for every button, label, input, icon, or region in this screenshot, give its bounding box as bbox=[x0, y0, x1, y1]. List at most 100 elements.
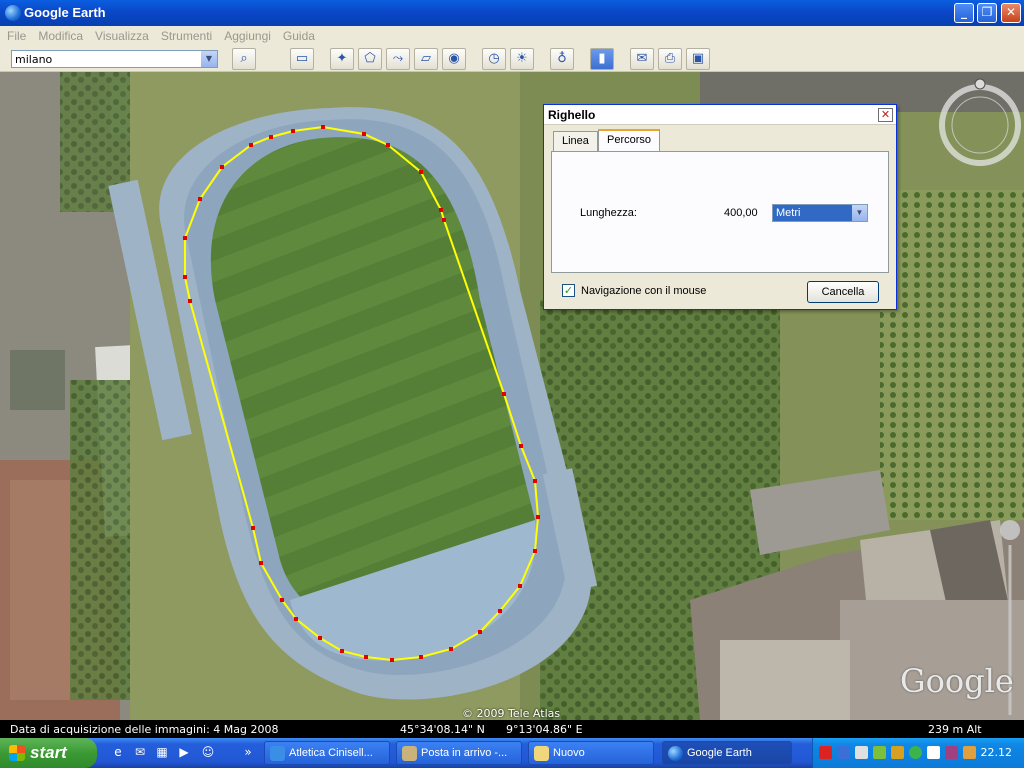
system-tray: 22.12 bbox=[812, 738, 1024, 768]
tab-percorso[interactable]: Percorso bbox=[598, 129, 661, 151]
messenger-icon[interactable]: ☺ bbox=[200, 744, 216, 760]
menu-modifica[interactable]: Modifica bbox=[31, 26, 88, 43]
desktop-icon[interactable]: ▦ bbox=[154, 744, 170, 760]
menu-guida[interactable]: Guida bbox=[276, 26, 320, 43]
menu-file[interactable]: File bbox=[0, 26, 31, 43]
sidebar-icon: ▭ bbox=[295, 51, 309, 66]
altitude: 239 m Alt bbox=[928, 723, 982, 736]
copyright-text: © 2009 Tele Atlas bbox=[462, 707, 561, 720]
record-tour-button[interactable]: ◉ bbox=[442, 48, 466, 70]
star-icon[interactable] bbox=[837, 746, 850, 759]
sun-icon: ☀ bbox=[516, 51, 528, 66]
volume-icon[interactable] bbox=[927, 746, 940, 759]
close-button[interactable]: ✕ bbox=[1001, 3, 1021, 23]
task-google-earth[interactable]: Google Earth bbox=[662, 741, 792, 765]
menu-aggiungi[interactable]: Aggiungi bbox=[217, 26, 276, 43]
checkmark-icon: ✓ bbox=[563, 284, 574, 297]
polygon-icon: ⬠ bbox=[364, 51, 376, 66]
path-icon: ⤳ bbox=[392, 51, 404, 66]
cancel-button[interactable]: Cancella bbox=[807, 281, 879, 303]
menu-strumenti[interactable]: Strumenti bbox=[154, 26, 217, 43]
overlay-icon: ▱ bbox=[421, 51, 431, 66]
google-logo: Google bbox=[900, 662, 1014, 700]
google-earth-icon bbox=[5, 5, 21, 21]
image-icon: ▣ bbox=[691, 51, 705, 66]
clock-icon: ◷ bbox=[488, 51, 500, 66]
mail-icon bbox=[402, 746, 417, 761]
planet-icon: ♁ bbox=[557, 51, 567, 66]
ruler-panel: Lunghezza: 400,00 Metri ▼ bbox=[551, 151, 889, 273]
printer-icon: ⎙ bbox=[664, 51, 676, 66]
add-placemark-button[interactable]: ✦ bbox=[330, 48, 354, 70]
update-icon[interactable] bbox=[873, 746, 886, 759]
planet-switch-button[interactable]: ♁ bbox=[550, 48, 574, 70]
envelope-icon: ✉ bbox=[636, 51, 648, 66]
mouse-navigation-label: Navigazione con il mouse bbox=[581, 285, 707, 297]
placemark-icon: ✦ bbox=[336, 51, 348, 66]
task-label: Atletica Cinisell... bbox=[289, 747, 373, 759]
menu-visualizza[interactable]: Visualizza bbox=[88, 26, 154, 43]
chevron-double-right-icon[interactable]: » bbox=[240, 744, 256, 760]
mouse-navigation-checkbox[interactable]: ✓ bbox=[562, 284, 575, 297]
folder-icon bbox=[534, 746, 549, 761]
unit-select[interactable]: Metri ▼ bbox=[772, 204, 868, 222]
view-in-maps-button[interactable]: ▣ bbox=[686, 48, 710, 70]
add-overlay-button[interactable]: ▱ bbox=[414, 48, 438, 70]
search-input[interactable] bbox=[12, 51, 198, 67]
usb-icon[interactable] bbox=[963, 746, 976, 759]
internet-explorer-icon bbox=[270, 746, 285, 761]
maximize-button[interactable]: ❐ bbox=[977, 3, 997, 23]
task-label: Nuovo bbox=[553, 747, 585, 759]
start-label: start bbox=[30, 743, 67, 762]
sidebar-toggle-button[interactable]: ▭ bbox=[290, 48, 314, 70]
tour-icon: ◉ bbox=[448, 51, 460, 66]
search-icon: ⌕ bbox=[240, 51, 248, 66]
menu-bar: File Modifica Visualizza Strumenti Aggiungi G… bbox=[0, 26, 1024, 46]
email-button[interactable]: ✉ bbox=[630, 48, 654, 70]
longitude: 9°13'04.86" E bbox=[506, 723, 583, 736]
historical-imagery-button[interactable]: ◷ bbox=[482, 48, 506, 70]
status-bar: Data di acquisizione delle immagini: 4 M… bbox=[0, 720, 1024, 738]
close-icon: ✕ bbox=[880, 108, 891, 121]
title-bar[interactable]: Google Earth _ ❐ ✕ bbox=[0, 0, 1024, 26]
google-earth-icon bbox=[668, 746, 683, 761]
battery-icon[interactable] bbox=[945, 746, 958, 759]
tab-linea[interactable]: Linea bbox=[553, 131, 598, 151]
task-atletica[interactable]: Atletica Cinisell... bbox=[264, 741, 390, 765]
task-label: Posta in arrivo -... bbox=[421, 747, 508, 759]
ruler-dialog: Righello ✕ Linea Percorso Lunghezza: 400… bbox=[543, 104, 897, 310]
window-title: Google Earth bbox=[24, 5, 106, 20]
outlook-icon[interactable]: ✉ bbox=[132, 744, 148, 760]
latitude: 45°34'08.14" N bbox=[400, 723, 485, 736]
ruler-button[interactable]: ▮ bbox=[590, 48, 614, 70]
ruler-icon: ▮ bbox=[598, 51, 606, 66]
start-button[interactable]: start bbox=[0, 738, 97, 768]
print-button[interactable]: ⎙ bbox=[658, 48, 682, 70]
imagery-date: Data di acquisizione delle immagini: 4 M… bbox=[10, 723, 279, 736]
clock[interactable]: 22.12 bbox=[981, 746, 1013, 759]
sync-icon[interactable] bbox=[909, 746, 922, 759]
media-player-icon[interactable]: ▶ bbox=[176, 744, 192, 760]
minimize-button[interactable]: _ bbox=[954, 3, 974, 23]
search-box[interactable]: ▼ bbox=[11, 50, 218, 68]
add-polygon-button[interactable]: ⬠ bbox=[358, 48, 382, 70]
dialog-close-button[interactable]: ✕ bbox=[878, 108, 893, 122]
length-value: 400,00 bbox=[724, 207, 758, 219]
antivirus-icon[interactable] bbox=[819, 746, 832, 759]
toolbar: ▼ ⌕ ▭ ✦ ⬠ ⤳ ▱ ◉ ◷ ☀ ♁ ▮ ✉ ⎙ ▣ bbox=[0, 46, 1024, 72]
taskbar: start e ✉ ▦ ▶ ☺ » Atletica Cinisell... P… bbox=[0, 738, 1024, 768]
network-icon[interactable] bbox=[855, 746, 868, 759]
internet-explorer-icon[interactable]: e bbox=[110, 744, 126, 760]
search-button[interactable]: ⌕ bbox=[232, 48, 256, 70]
chevron-down-icon[interactable]: ▼ bbox=[852, 205, 867, 221]
windows-flag-icon bbox=[9, 745, 25, 761]
sunlight-button[interactable]: ☀ bbox=[510, 48, 534, 70]
dialog-title: Righello bbox=[544, 105, 896, 125]
task-nuovo[interactable]: Nuovo bbox=[528, 741, 654, 765]
task-posta[interactable]: Posta in arrivo -... bbox=[396, 741, 522, 765]
shield-icon[interactable] bbox=[891, 746, 904, 759]
chevron-down-icon[interactable]: ▼ bbox=[201, 51, 217, 67]
add-path-button[interactable]: ⤳ bbox=[386, 48, 410, 70]
unit-select-value: Metri bbox=[776, 207, 801, 219]
task-label: Google Earth bbox=[687, 747, 752, 759]
